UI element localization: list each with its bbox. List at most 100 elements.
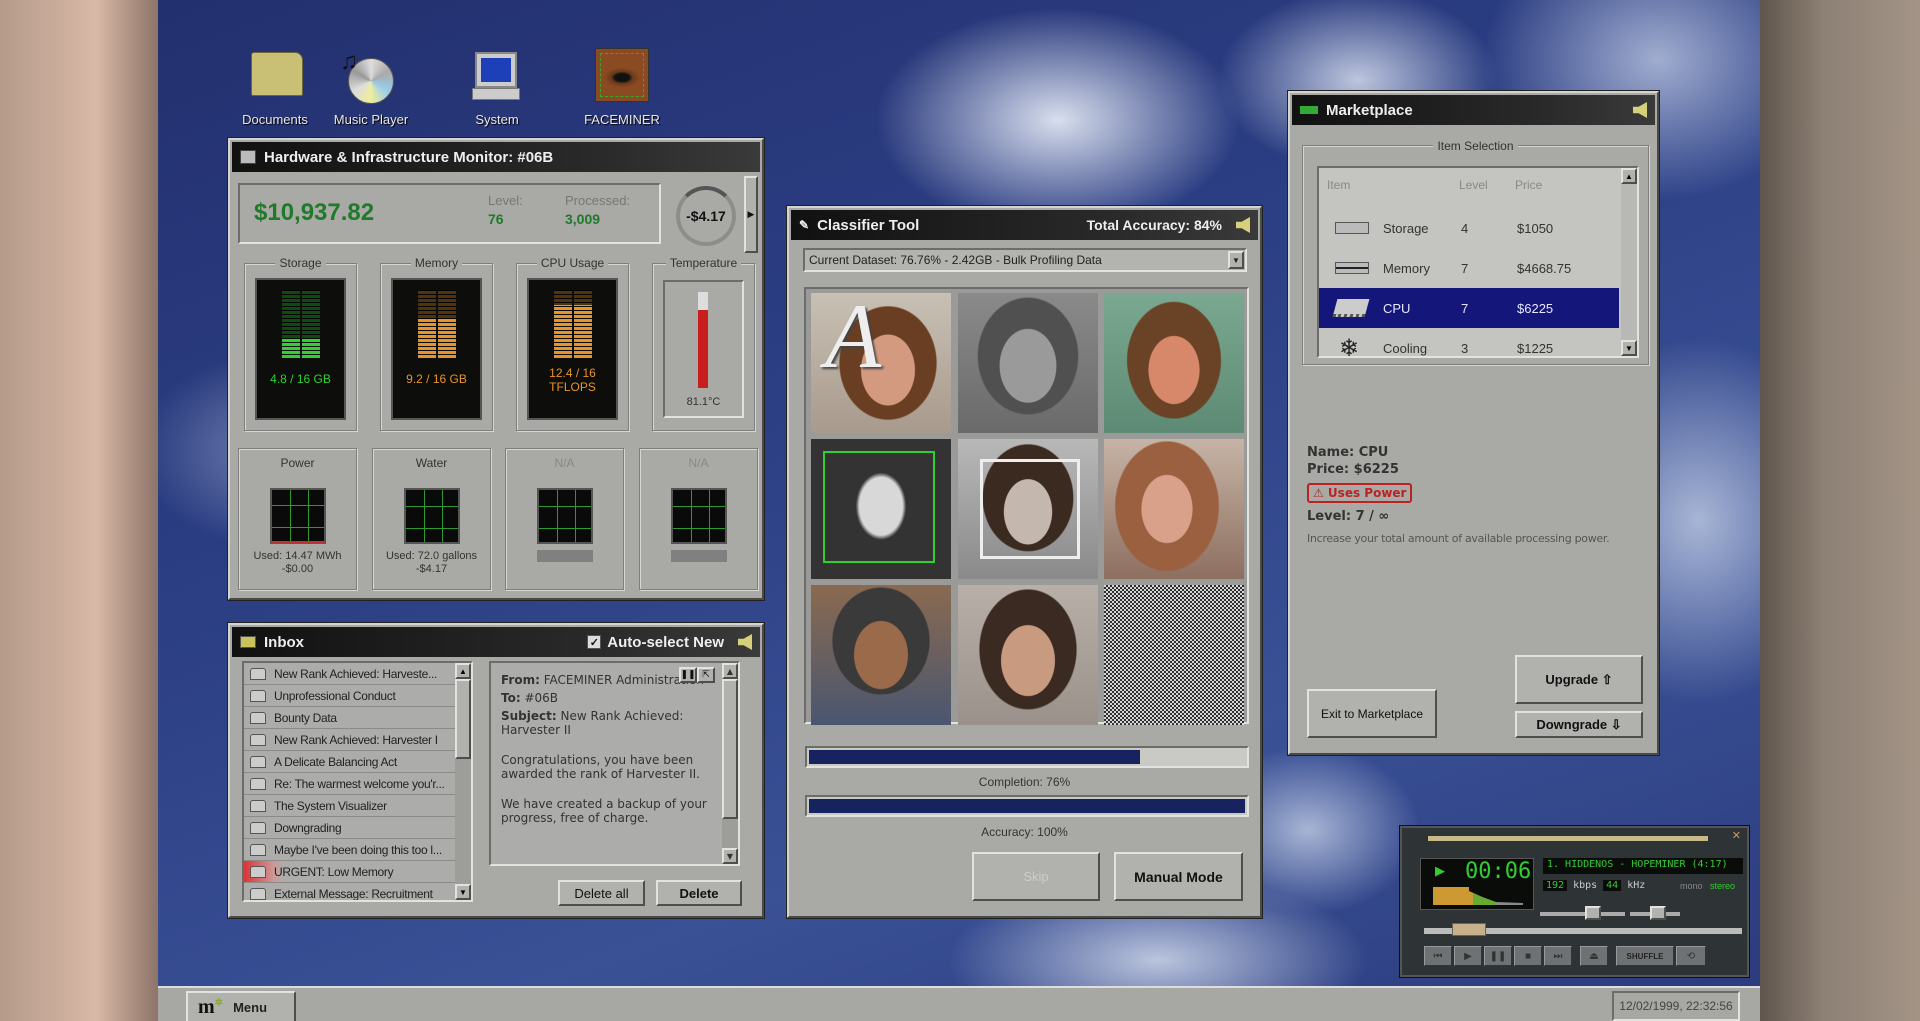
face-tile[interactable] — [958, 585, 1098, 725]
scroll-down-button[interactable]: ▼ — [722, 848, 738, 864]
face-tile-noise[interactable] — [1104, 585, 1244, 725]
hardware-monitor-window: Hardware & Infrastructure Monitor: #06B … — [228, 138, 764, 600]
envelope-icon — [250, 887, 266, 900]
delete-all-button[interactable]: Delete all — [558, 880, 645, 906]
pause-button[interactable]: ❚❚ — [1484, 946, 1512, 966]
clock: 12/02/1999, 22:32:56 — [1612, 991, 1740, 1021]
exit-to-marketplace-button[interactable]: Exit to Marketplace — [1307, 689, 1437, 738]
next-button[interactable]: ⏭ — [1544, 946, 1572, 966]
expand-arrow-button[interactable]: ▶ — [744, 176, 758, 253]
skip-button[interactable]: Skip — [972, 852, 1100, 901]
desktop-icon-faceminer[interactable]: FACEMINER — [567, 48, 677, 133]
previous-button[interactable]: ⏮ — [1424, 946, 1452, 966]
classifier-titlebar[interactable]: ✎ Classifier Tool Total Accuracy: 84% — [791, 210, 1258, 240]
desktop-icon-system[interactable]: System — [442, 48, 552, 133]
market-item-storage[interactable]: Storage 4 $1050 — [1319, 208, 1619, 248]
message-item[interactable]: Downgrading — [244, 817, 455, 839]
message-item-urgent[interactable]: URGENT: Low Memory — [244, 861, 455, 883]
downgrade-button[interactable]: Downgrade ⇩ — [1515, 711, 1643, 738]
sample-rate-label: kHz — [1627, 880, 1646, 891]
monitor-icon — [240, 150, 256, 164]
item-list-scrollbar[interactable]: ▲ ▼ — [1621, 168, 1637, 356]
na-group-2: N/A — [639, 448, 758, 590]
market-item-cooling[interactable]: ❄ Cooling 3 $1225 — [1319, 328, 1619, 368]
seek-bar[interactable] — [1424, 923, 1742, 936]
message-item[interactable]: New Rank Achieved: Harveste... — [244, 663, 455, 685]
manual-mode-button[interactable]: Manual Mode — [1114, 852, 1243, 901]
uses-power-badge: ⚠ Uses Power — [1307, 483, 1413, 503]
message-item[interactable]: Maybe I've been doing this too l... — [244, 839, 455, 861]
envelope-icon — [250, 799, 266, 812]
marketplace-titlebar[interactable]: Marketplace — [1292, 95, 1655, 125]
scroll-thumb[interactable] — [722, 679, 738, 819]
play-button[interactable]: ▶ — [1454, 946, 1482, 966]
to-value: #06B — [524, 691, 559, 705]
hardware-monitor-titlebar[interactable]: Hardware & Infrastructure Monitor: #06B — [232, 142, 760, 172]
balance-slider[interactable] — [1630, 906, 1680, 920]
message-item[interactable]: Re: The warmest welcome you'r... — [244, 773, 455, 795]
popout-button[interactable]: ⇱ — [697, 667, 715, 683]
face-tile-detected[interactable] — [958, 439, 1098, 579]
face-grid: A — [804, 287, 1249, 725]
speaker-icon[interactable] — [738, 634, 752, 650]
seek-thumb[interactable] — [1452, 923, 1486, 936]
scroll-down-button[interactable]: ▼ — [1621, 340, 1637, 356]
scroll-up-button[interactable]: ▲ — [455, 663, 471, 679]
message-item[interactable]: A Delicate Balancing Act — [244, 751, 455, 773]
face-tile[interactable]: A — [811, 293, 951, 433]
accuracy-bar — [805, 795, 1249, 817]
level-value: 76 — [488, 211, 504, 227]
message-item[interactable]: New Rank Achieved: Harvester I — [244, 729, 455, 751]
speaker-icon[interactable] — [1633, 102, 1647, 118]
repeat-button[interactable]: ⟲ — [1676, 946, 1706, 966]
pause-button[interactable]: ❚❚ — [679, 667, 697, 683]
message-item[interactable]: Bounty Data — [244, 707, 455, 729]
music-player-window: ✕ ▶ 00:06 1. HIDDENOS - HOPEMINER (4:17)… — [1400, 826, 1749, 977]
chevron-down-icon[interactable]: ▼ — [1228, 251, 1244, 269]
drive-icon — [1335, 222, 1369, 234]
dataset-dropdown[interactable]: Current Dataset: 76.76% - 2.42GB - Bulk … — [803, 248, 1247, 272]
memory-icon — [1335, 262, 1369, 274]
stop-button[interactable]: ■ — [1514, 946, 1542, 966]
temperature-group: Temperature 81.1°C — [652, 256, 755, 431]
desktop-icon-music-player[interactable]: ♫ Music Player — [316, 48, 426, 133]
delete-button[interactable]: Delete — [656, 880, 742, 906]
face-tile[interactable] — [958, 293, 1098, 433]
preview-scrollbar[interactable]: ▲ ▼ — [722, 663, 738, 864]
music-note-icon: ♫ — [340, 48, 358, 75]
scroll-up-button[interactable]: ▲ — [1621, 168, 1637, 184]
face-tile-detected[interactable] — [811, 439, 951, 579]
item-price: $4668.75 — [1517, 260, 1572, 276]
market-item-memory[interactable]: Memory 7 $4668.75 — [1319, 248, 1619, 288]
item-selection-group: Item Selection Item Level Price Storage … — [1302, 139, 1649, 368]
auto-select-checkbox[interactable]: ✓ — [587, 635, 602, 649]
completion-bar — [805, 746, 1249, 768]
start-menu-button[interactable]: m✲ Menu — [186, 991, 296, 1021]
scroll-down-button[interactable]: ▼ — [455, 884, 471, 900]
market-item-cpu[interactable]: CPU 7 $6225 — [1319, 288, 1619, 328]
monitor-bezel-left — [0, 0, 160, 1021]
cpu-group: CPU Usage 12.4 / 16 TFLOPS — [516, 256, 629, 431]
face-tile[interactable] — [1104, 293, 1244, 433]
music-player-titlebar[interactable] — [1428, 836, 1708, 841]
snowflake-icon: ❄ — [1339, 334, 1360, 362]
scroll-up-button[interactable]: ▲ — [722, 663, 738, 679]
message-item[interactable]: External Message: Recruitment — [244, 883, 455, 900]
scroll-thumb[interactable] — [455, 679, 471, 759]
face-tile[interactable] — [1104, 439, 1244, 579]
volume-slider[interactable] — [1540, 906, 1625, 920]
shuffle-button[interactable]: SHUFFLE — [1616, 946, 1674, 966]
face-tile[interactable] — [811, 585, 951, 725]
inbox-titlebar[interactable]: Inbox ✓ Auto-select New — [232, 627, 760, 657]
message-item[interactable]: The System Visualizer — [244, 795, 455, 817]
message-subject: Maybe I've been doing this too l... — [274, 842, 442, 857]
message-item[interactable]: Unprofessional Conduct — [244, 685, 455, 707]
music-player-close[interactable]: ✕ — [1732, 829, 1741, 842]
message-list-scrollbar[interactable]: ▲ ▼ — [455, 663, 471, 900]
power-graph — [269, 488, 326, 544]
upgrade-button[interactable]: Upgrade ⇧ — [1515, 655, 1643, 704]
desktop-icon-documents[interactable]: Documents — [220, 48, 330, 133]
item-name: CPU — [1383, 300, 1411, 316]
speaker-icon[interactable] — [1236, 217, 1250, 233]
eject-button[interactable]: ⏏ — [1580, 946, 1608, 966]
